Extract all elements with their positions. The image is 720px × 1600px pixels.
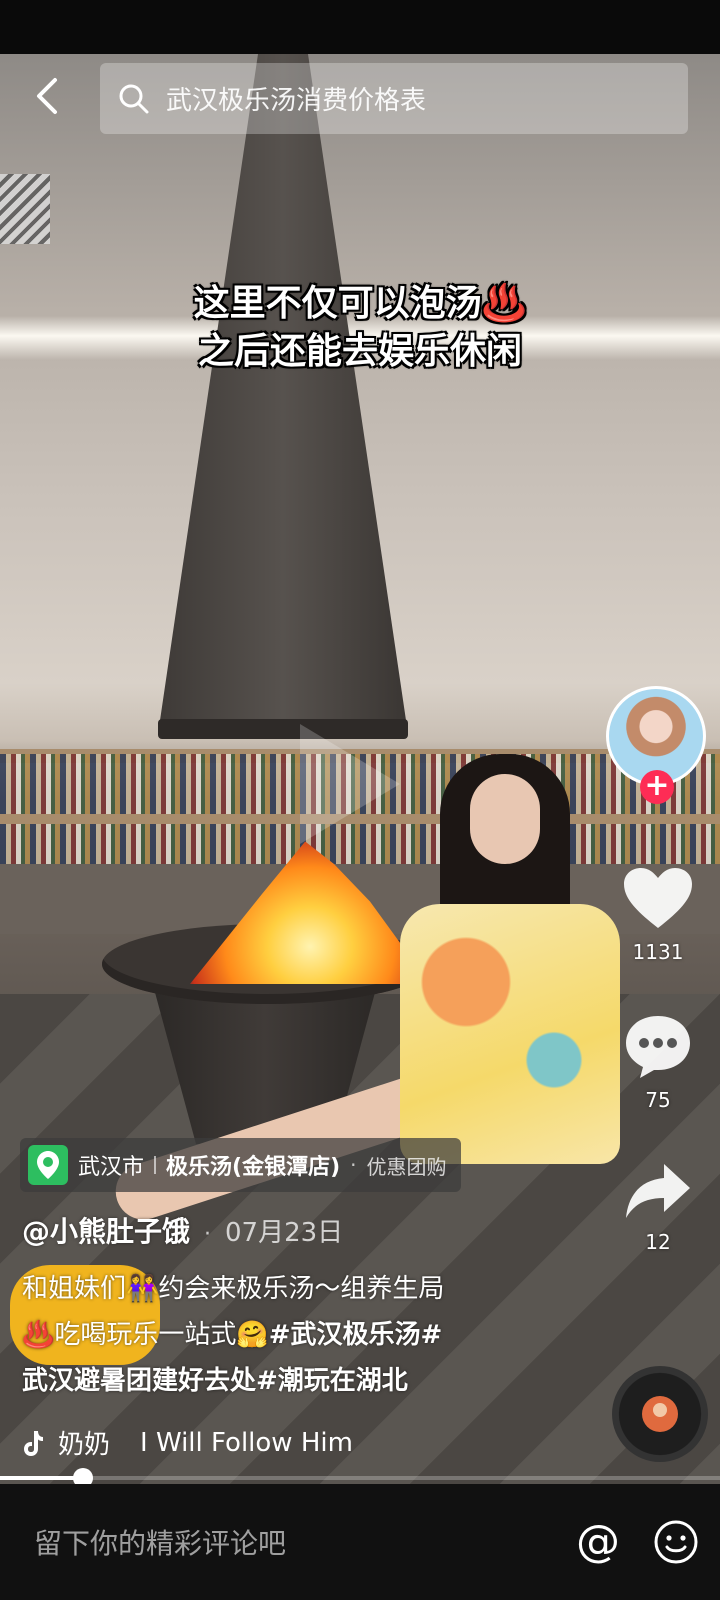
- like-button[interactable]: 1131: [596, 866, 720, 964]
- top-bar: 武汉极乐汤消费价格表: [0, 60, 720, 136]
- author-dot: ·: [204, 1222, 212, 1247]
- post-date: 07月23日: [225, 1218, 344, 1248]
- person-shirt: [400, 904, 620, 1164]
- author-line: @小熊肚子饿 · 07月23日: [22, 1210, 343, 1250]
- caption-line-2: 之后还能去娱乐休闲: [197, 331, 522, 372]
- comment-bar: 留下你的精彩评论吧 @: [0, 1484, 720, 1600]
- poi-dot: ·: [350, 1153, 357, 1177]
- video-caption: 这里不仅可以泡汤♨️ 之后还能去娱乐休闲: [0, 280, 720, 376]
- music-disc[interactable]: [612, 1366, 708, 1462]
- fireplace-hood: [158, 54, 408, 734]
- heart-icon: [624, 868, 692, 928]
- like-count: 1131: [632, 940, 684, 964]
- follow-button[interactable]: +: [640, 770, 674, 804]
- at-button[interactable]: @: [574, 1518, 622, 1566]
- hashtag-line[interactable]: 武汉避暑团建好去处#潮玩在湖北: [22, 1358, 522, 1404]
- disc-cover-icon: [642, 1396, 678, 1432]
- poi-store: 极乐汤(金银潭店): [166, 1155, 341, 1180]
- search-icon: [119, 84, 149, 113]
- comment-icon: [626, 1016, 690, 1078]
- author-name[interactable]: @小熊肚子饿: [22, 1210, 190, 1250]
- music-title: I Will Follow Him: [140, 1427, 353, 1458]
- search-query: 武汉极乐汤消费价格表: [166, 86, 427, 116]
- back-button[interactable]: [20, 68, 76, 124]
- tiktok-note-icon: [22, 1429, 44, 1457]
- ceiling-vent: [0, 174, 50, 244]
- poi-icon-box: [28, 1145, 68, 1185]
- poi-divider: [154, 1156, 157, 1174]
- music-bar[interactable]: 奶奶 I Will Follow Him: [22, 1424, 353, 1461]
- caption-line-1: 这里不仅可以泡汤♨️: [193, 283, 527, 324]
- music-artist: 奶奶: [58, 1430, 111, 1460]
- search-input[interactable]: 武汉极乐汤消费价格表: [100, 63, 688, 134]
- poi-deal: 优惠团购: [366, 1154, 447, 1179]
- emoji-button[interactable]: [652, 1518, 700, 1566]
- share-count: 12: [645, 1230, 671, 1254]
- hashtag-link[interactable]: #武汉极乐汤#: [269, 1320, 443, 1350]
- post-description: 和姐妹们👭约会来极乐汤～组养生局 ♨️吃喝玩乐一站式🤗#武汉极乐汤# 武汉避暑团…: [22, 1266, 522, 1404]
- location-anchor[interactable]: 武汉市 极乐汤(金银潭店) · 优惠团购: [20, 1138, 461, 1192]
- author-avatar[interactable]: +: [606, 686, 706, 804]
- status-bar: [0, 0, 720, 54]
- desc-line-2-text: ♨️吃喝玩乐一站式🤗: [22, 1320, 269, 1350]
- emoji-icon: [654, 1520, 698, 1564]
- share-button[interactable]: 12: [596, 1160, 720, 1254]
- person-face: [470, 774, 540, 864]
- comment-count: 75: [645, 1088, 671, 1112]
- poi-city: 武汉市: [78, 1155, 145, 1180]
- at-icon: @: [576, 1516, 620, 1567]
- follow-plus-icon: +: [644, 768, 670, 803]
- share-icon: [626, 1164, 690, 1218]
- back-icon: [37, 78, 57, 114]
- progress-bar[interactable]: [0, 1468, 720, 1488]
- desc-line-1: 和姐妹们👭约会来极乐汤～组养生局: [22, 1274, 445, 1304]
- progress-fill: [0, 1476, 83, 1480]
- comment-input[interactable]: 留下你的精彩评论吧: [34, 1522, 544, 1562]
- comment-button[interactable]: 75: [596, 1012, 720, 1112]
- location-pin-icon: [37, 1151, 59, 1179]
- desc-line-2: ♨️吃喝玩乐一站式🤗#武汉极乐汤#: [22, 1312, 522, 1358]
- play-icon: [300, 724, 400, 844]
